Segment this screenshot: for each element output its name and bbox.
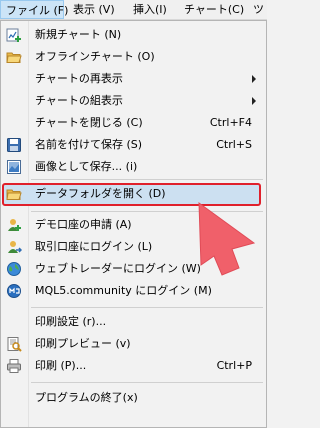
menu-item-label: MQL5.community にログイン (M) [35, 284, 212, 297]
user-add-icon [6, 217, 22, 233]
shortcut-label: Ctrl+P [216, 359, 252, 372]
menu-item-login-web[interactable]: ウェブトレーダーにログイン (W) [1, 258, 266, 280]
menu-item-label: 新規チャート (N) [35, 28, 122, 41]
new-chart-icon [6, 27, 22, 43]
menu-item-label: チャートを閉じる (C) [35, 116, 143, 129]
menu-item-label: 画像として保存... (i) [35, 160, 138, 173]
menu-separator [31, 211, 263, 212]
menu-item-label: プログラムの終了(x) [35, 391, 138, 404]
menu-tools[interactable]: ツ [248, 0, 269, 19]
menu-item-print[interactable]: 印刷 (P)... Ctrl+P [1, 355, 266, 377]
submenu-arrow-icon [252, 75, 256, 83]
menu-item-demo-account[interactable]: デモ口座の申請 (A) [1, 214, 266, 236]
menu-view[interactable]: 表示 (V) [68, 0, 120, 19]
floppy-disk-icon [6, 137, 22, 153]
menu-separator [31, 382, 263, 383]
menu-item-close-chart[interactable]: チャートを閉じる (C) Ctrl+F4 [1, 112, 266, 134]
menu-item-label: 印刷 (P)... [35, 359, 87, 372]
menu-item-print-preview[interactable]: 印刷プレビュー (v) [1, 333, 266, 355]
menu-item-chart-reopen[interactable]: チャートの再表示 [1, 68, 266, 90]
save-image-icon [6, 159, 22, 175]
menu-insert[interactable]: 挿入(I) [128, 0, 172, 19]
menu-item-label: 取引口座にログイン (L) [35, 240, 153, 253]
shortcut-label: Ctrl+S [216, 138, 252, 151]
menu-item-print-setup[interactable]: 印刷設定 (r)... [1, 311, 266, 333]
menu-item-save-as[interactable]: 名前を付けて保存 (S) Ctrl+S [1, 134, 266, 156]
file-menu-dropdown: 新規チャート (N) オフラインチャート (O) チャートの再表示 チャートの組… [0, 20, 267, 428]
globe-icon [6, 261, 22, 277]
menu-item-label: 名前を付けて保存 (S) [35, 138, 143, 151]
menu-item-new-chart[interactable]: 新規チャート (N) [1, 24, 266, 46]
menu-bar: ファイル (F) 表示 (V) 挿入(I) チャート(C) ツ [0, 0, 267, 20]
menu-item-exit[interactable]: プログラムの終了(x) [1, 387, 266, 409]
printer-icon [6, 358, 22, 374]
menu-item-label: デモ口座の申請 (A) [35, 218, 132, 231]
menu-item-label: ウェブトレーダーにログイン (W) [35, 262, 201, 275]
user-login-icon [6, 239, 23, 255]
menu-item-login-mql5[interactable]: MQL5.community にログイン (M) [1, 280, 266, 302]
menu-item-offline-chart[interactable]: オフラインチャート (O) [1, 46, 266, 68]
menu-separator [31, 307, 263, 308]
menu-item-label: データフォルダを開く (D) [35, 187, 166, 200]
open-folder-icon [6, 186, 22, 202]
menu-item-label: 印刷プレビュー (v) [35, 337, 131, 350]
menu-item-open-data-folder[interactable]: データフォルダを開く (D) [1, 183, 266, 205]
menu-item-save-image[interactable]: 画像として保存... (i) [1, 156, 266, 178]
menu-item-label: チャートの組表示 [35, 94, 123, 107]
menu-item-login-trade[interactable]: 取引口座にログイン (L) [1, 236, 266, 258]
menu-item-label: 印刷設定 (r)... [35, 315, 107, 328]
menu-item-label: チャートの再表示 [35, 72, 123, 85]
mql5-icon [6, 283, 22, 299]
print-preview-icon [6, 336, 22, 352]
menu-file[interactable]: ファイル (F) [0, 0, 68, 19]
menu-chart[interactable]: チャート(C) [179, 0, 249, 19]
menu-separator [31, 179, 263, 180]
shortcut-label: Ctrl+F4 [209, 116, 252, 129]
menu-item-chart-set[interactable]: チャートの組表示 [1, 90, 266, 112]
open-folder-icon [6, 49, 22, 65]
submenu-arrow-icon [252, 97, 256, 105]
menu-item-label: オフラインチャート (O) [35, 50, 155, 63]
